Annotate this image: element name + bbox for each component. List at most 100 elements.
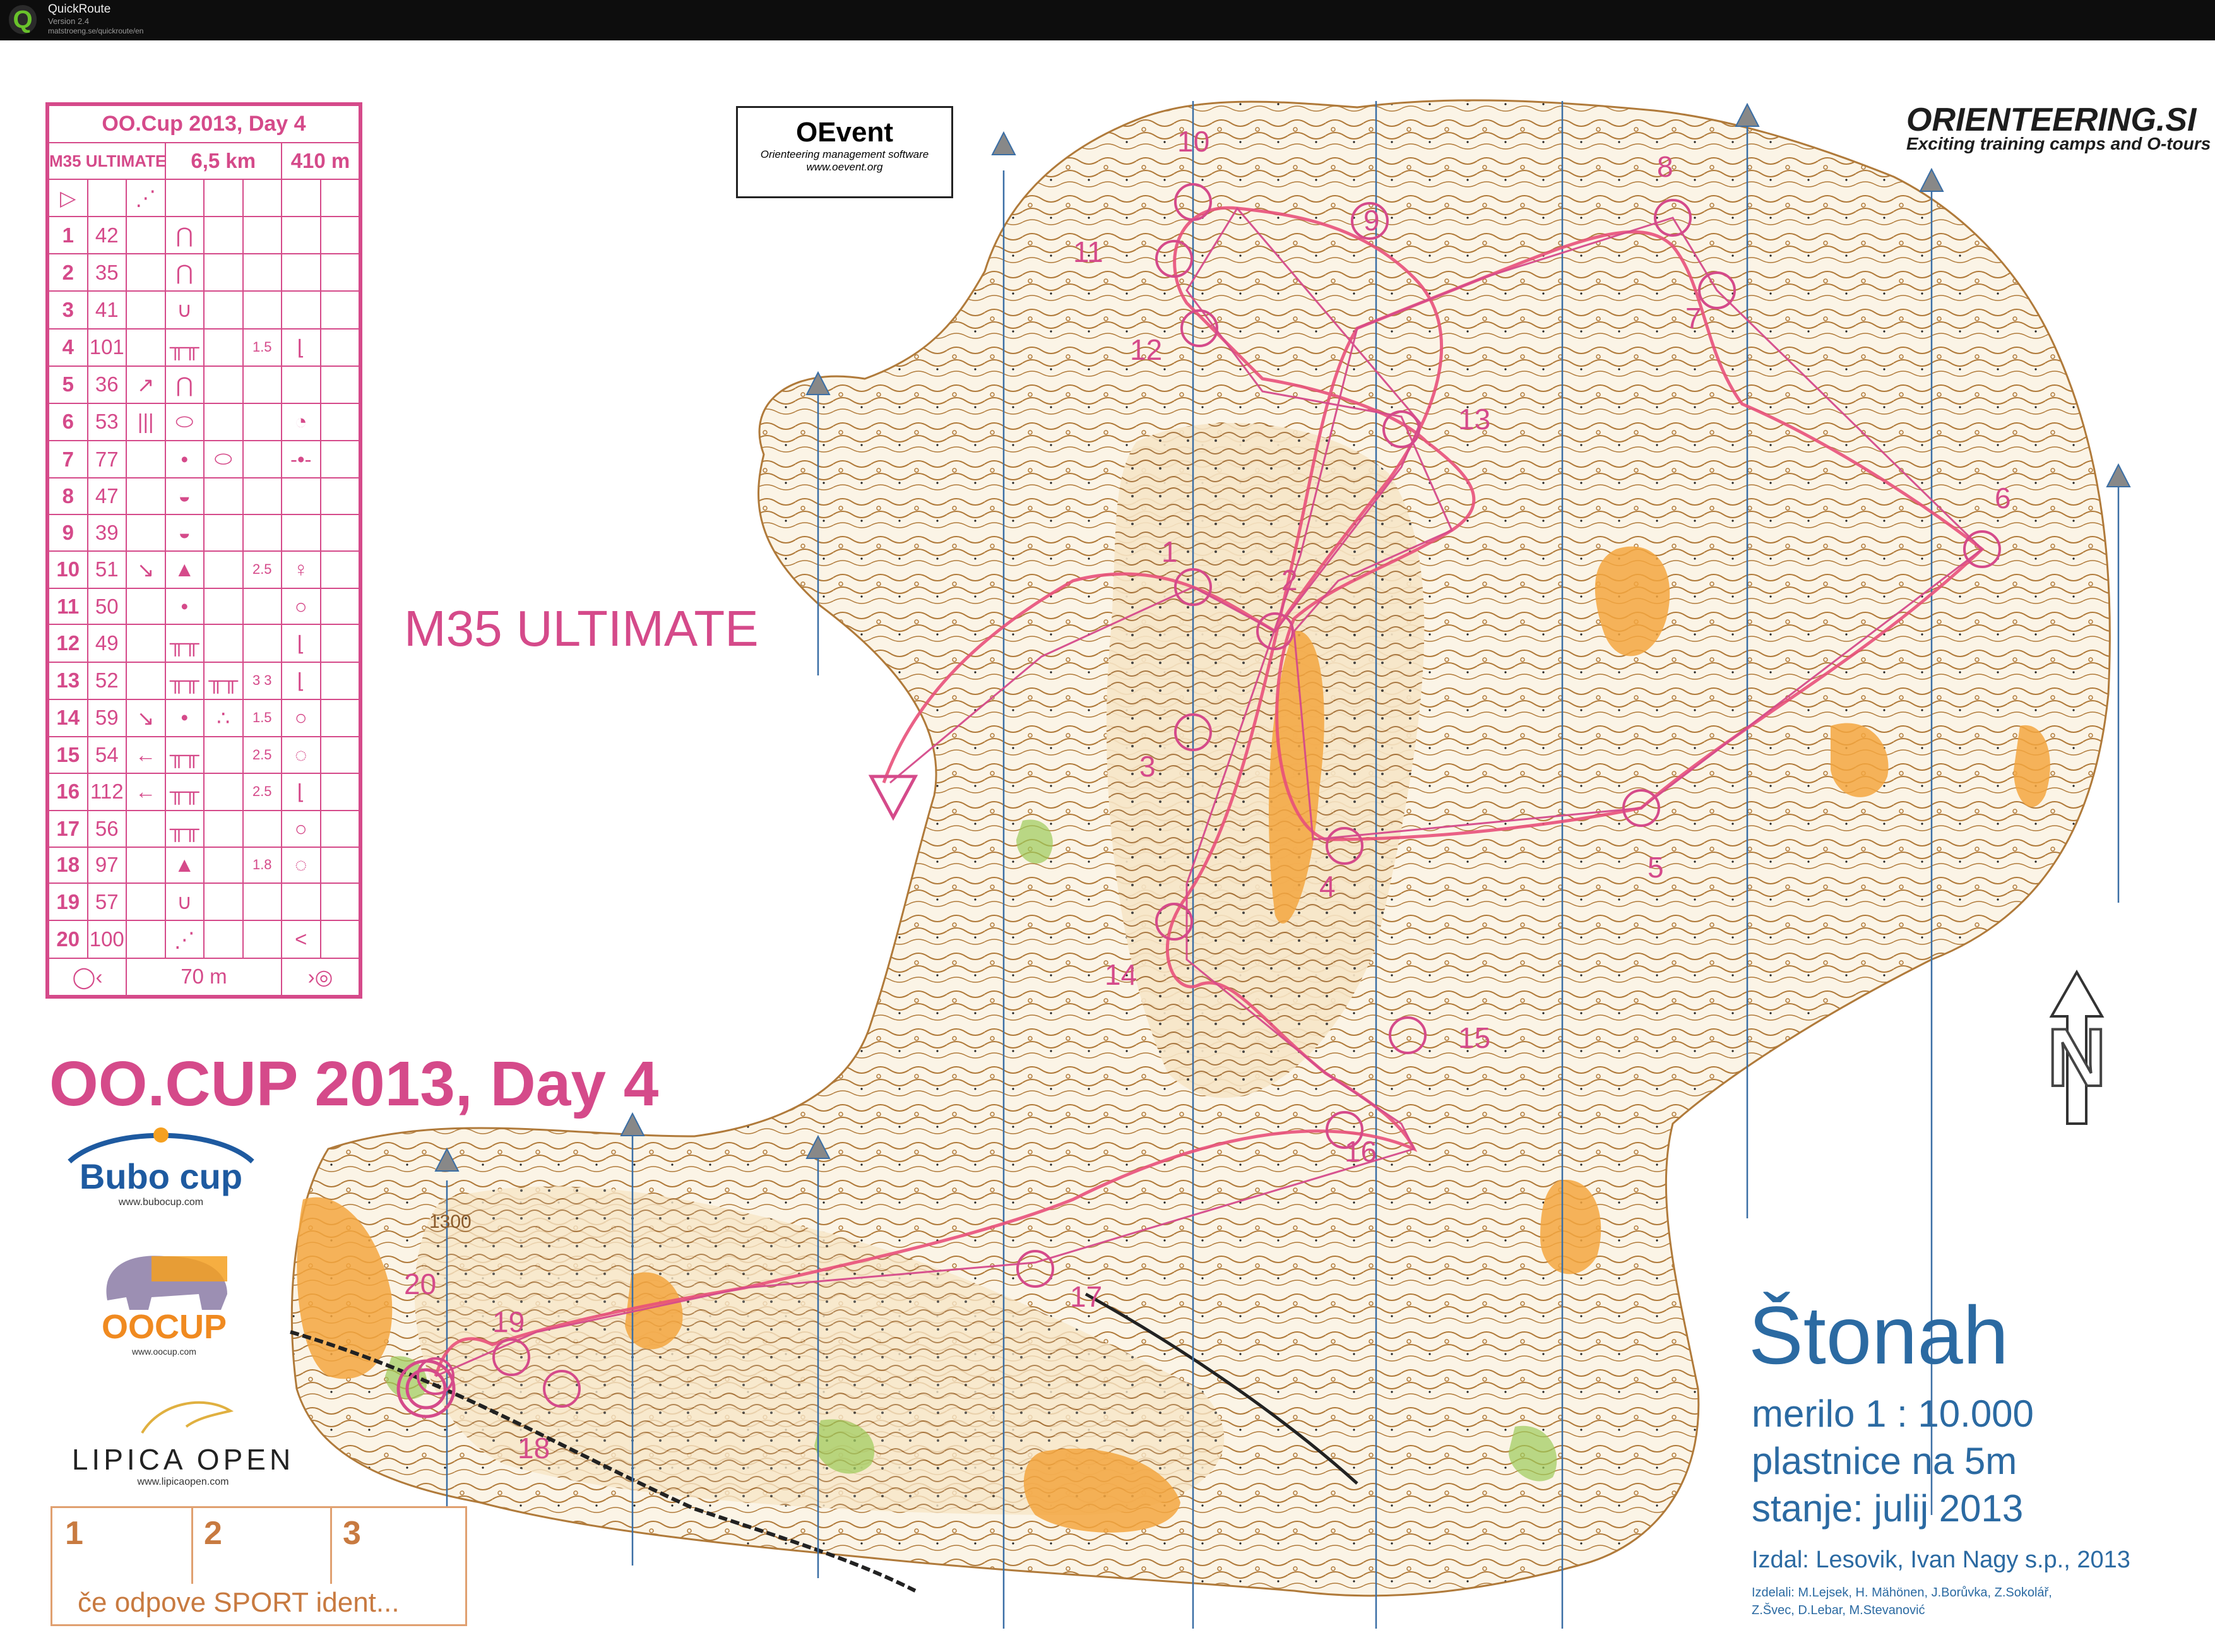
control-dimension: 2.5 — [242, 772, 282, 811]
control-dimension: 1.5 — [242, 328, 282, 367]
control-dimension — [242, 809, 282, 848]
map-contours: plastnice na 5m — [1752, 1440, 2017, 1482]
control-dimension — [242, 624, 282, 663]
control-dimension — [242, 402, 282, 442]
control-code: 56 — [86, 809, 127, 848]
event-title: OO.CUP 2013, Day 4 — [49, 1049, 659, 1119]
control-direction — [126, 587, 166, 626]
control-feature-2 — [203, 809, 244, 848]
control-number: 16 — [48, 772, 88, 811]
finish-icon: ›◎ — [281, 957, 360, 997]
control-feature-2 — [203, 550, 244, 589]
bubo-cup-name: Bubo cup — [79, 1156, 243, 1196]
control-feature-2 — [203, 477, 244, 515]
oevent-name: OEvent — [795, 117, 894, 148]
control-other — [319, 735, 360, 774]
map-makers-line-2: Z.Švec, D.Lebar, M.Stevanović — [1752, 1603, 1925, 1617]
course-card-title: OO.Cup 2013, Day 4 — [48, 104, 360, 144]
control-number-11: 11 — [1073, 235, 1103, 268]
control-feature: ∪ — [164, 290, 205, 330]
control-feature: ╥╥ — [164, 661, 205, 700]
control-location — [281, 365, 321, 404]
control-dimension: 2.5 — [242, 735, 282, 774]
punch-cell-3: 3 — [343, 1515, 361, 1552]
control-feature: ◒ — [164, 477, 205, 515]
control-other — [319, 216, 360, 255]
control-location: ◌ — [281, 735, 321, 774]
control-feature-2 — [203, 328, 244, 367]
app-version: Version 2.4 — [48, 16, 90, 26]
control-row: 13 52 ╥╥ ╥╥ 3 3 ⌊ — [48, 661, 360, 700]
control-other — [319, 253, 360, 292]
control-row: 9 39 ◒ — [48, 513, 360, 552]
start-triangle — [868, 775, 918, 821]
control-number: 9 — [48, 513, 88, 552]
quickroute-q-icon[interactable]: Q — [9, 5, 37, 34]
control-direction: ← — [126, 735, 166, 774]
control-direction — [126, 846, 166, 884]
control-number-20: 20 — [404, 1268, 436, 1300]
course-climb: 410 m — [281, 142, 360, 180]
control-dimension — [242, 477, 282, 515]
class-label: M35 ULTIMATE — [404, 600, 759, 657]
control-number: 1 — [48, 216, 88, 255]
control-direction — [126, 328, 166, 367]
control-code: 35 — [86, 253, 127, 292]
control-feature: ╥╥ — [164, 772, 205, 811]
control-row: 19 57 ∪ — [48, 882, 360, 922]
course-card-class: M35 ULTIMATE — [48, 142, 166, 180]
control-dimension: 2.5 — [242, 550, 282, 589]
control-feature-2 — [203, 882, 244, 922]
control-number: 17 — [48, 809, 88, 848]
control-feature: ⋂ — [164, 253, 205, 292]
control-direction — [126, 513, 166, 552]
control-feature-2 — [203, 624, 244, 663]
oevent-url: www.oevent.org — [806, 161, 883, 173]
oevent-logo: OEvent Orienteering management software … — [736, 106, 953, 198]
control-other — [319, 290, 360, 330]
orienteering-si-tagline: Exciting training camps and O-tours — [1906, 134, 2211, 153]
control-location — [281, 253, 321, 292]
control-row: 4 101 ╥╥ 1.5 ⌊ — [48, 328, 360, 367]
control-feature-2 — [203, 846, 244, 884]
control-row: 8 47 ◒ — [48, 477, 360, 515]
control-row: 5 36 ↗ ⋂ — [48, 365, 360, 404]
control-number: 15 — [48, 735, 88, 774]
control-direction — [126, 661, 166, 700]
bubo-cup-logo: Bubo cup www.bubocup.com — [57, 1124, 265, 1208]
control-direction: ← — [126, 772, 166, 811]
control-number-4: 4 — [1319, 870, 1336, 903]
control-location: ⌊ — [281, 661, 321, 700]
control-feature: • — [164, 698, 205, 737]
control-number-13: 13 — [1458, 403, 1490, 436]
control-other — [319, 882, 360, 922]
oocup-logo: OOCUP www.oocup.com — [88, 1244, 240, 1357]
control-feature: ▲ — [164, 550, 205, 589]
control-number-2: 2 — [1281, 564, 1298, 597]
control-feature-2 — [203, 735, 244, 774]
control-row: 6 53 ||| ⬭ ◔ — [48, 402, 360, 442]
control-row: 2 35 ⋂ — [48, 253, 360, 292]
control-feature-2 — [203, 365, 244, 404]
control-feature-2: ╥╥ — [203, 661, 244, 700]
control-dimension — [242, 920, 282, 959]
control-code: 112 — [86, 772, 127, 811]
oocup-url: www.oocup.com — [132, 1346, 196, 1357]
control-other — [319, 661, 360, 700]
control-location: ○ — [281, 587, 321, 626]
control-code: 52 — [86, 661, 127, 700]
control-location: ⌊ — [281, 328, 321, 367]
control-feature: • — [164, 587, 205, 626]
control-row: 14 59 ↘ • ∴ 1.5 ○ — [48, 698, 360, 737]
control-dimension — [242, 253, 282, 292]
control-other — [319, 513, 360, 552]
control-row: 1 42 ⋂ — [48, 216, 360, 255]
control-other — [319, 846, 360, 884]
control-row: 7 77 • ⬭ -•- — [48, 439, 360, 479]
control-other — [319, 402, 360, 442]
control-direction — [126, 882, 166, 922]
control-location: ⌊ — [281, 624, 321, 663]
lipica-open-logo: LIPICA OPEN www.lipicaopen.com — [57, 1389, 309, 1488]
window-title: QuickRoute — [48, 3, 111, 16]
control-feature: ⬭ — [164, 402, 205, 442]
